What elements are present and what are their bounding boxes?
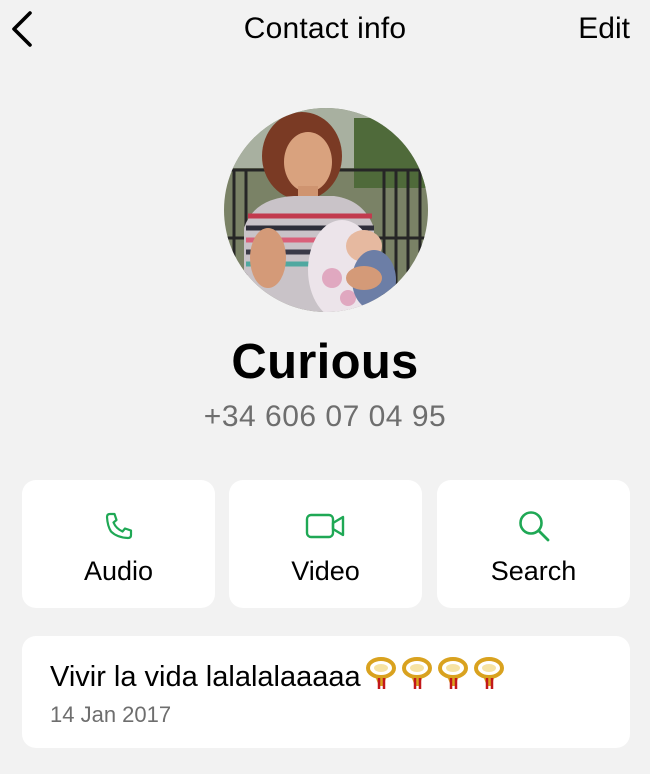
postal-horn-icon [401,657,432,689]
audio-label: Audio [83,556,154,586]
edit-button[interactable]: Edit [578,12,630,46]
video-camera-icon [305,513,344,539]
postal-horn-icon [473,657,504,689]
search-button[interactable]: Search [437,480,630,608]
navigation-bar: Contact info Edit [0,0,650,60]
action-buttons: Audio Video Search [22,480,630,608]
about-status-text: Vivir la vida lalalalaaaaa [50,661,361,693]
avatar[interactable] [224,108,428,312]
postal-horn-emoji-row [361,656,505,698]
about-status: Vivir la vida lalalalaaaaa [50,656,505,698]
contact-info-screen: Contact info Edit Curious +34 606 07 04 … [0,0,650,774]
search-label: Search [490,556,577,586]
page-title: Contact info [243,12,407,45]
contact-name: Curious [231,335,419,389]
search-icon [518,511,549,542]
video-label: Video [291,556,360,586]
contact-phone[interactable]: +34 606 07 04 95 [0,400,650,434]
phone-icon [105,512,132,540]
about-date: 14 Jan 2017 [50,702,172,727]
postal-horn-icon [365,657,396,689]
audio-call-button[interactable]: Audio [22,480,215,608]
about-card[interactable]: Vivir la vida lalalalaaaaa 14 Jan 2017 [22,636,630,748]
postal-horn-icon [437,657,468,689]
video-call-button[interactable]: Video [229,480,422,608]
